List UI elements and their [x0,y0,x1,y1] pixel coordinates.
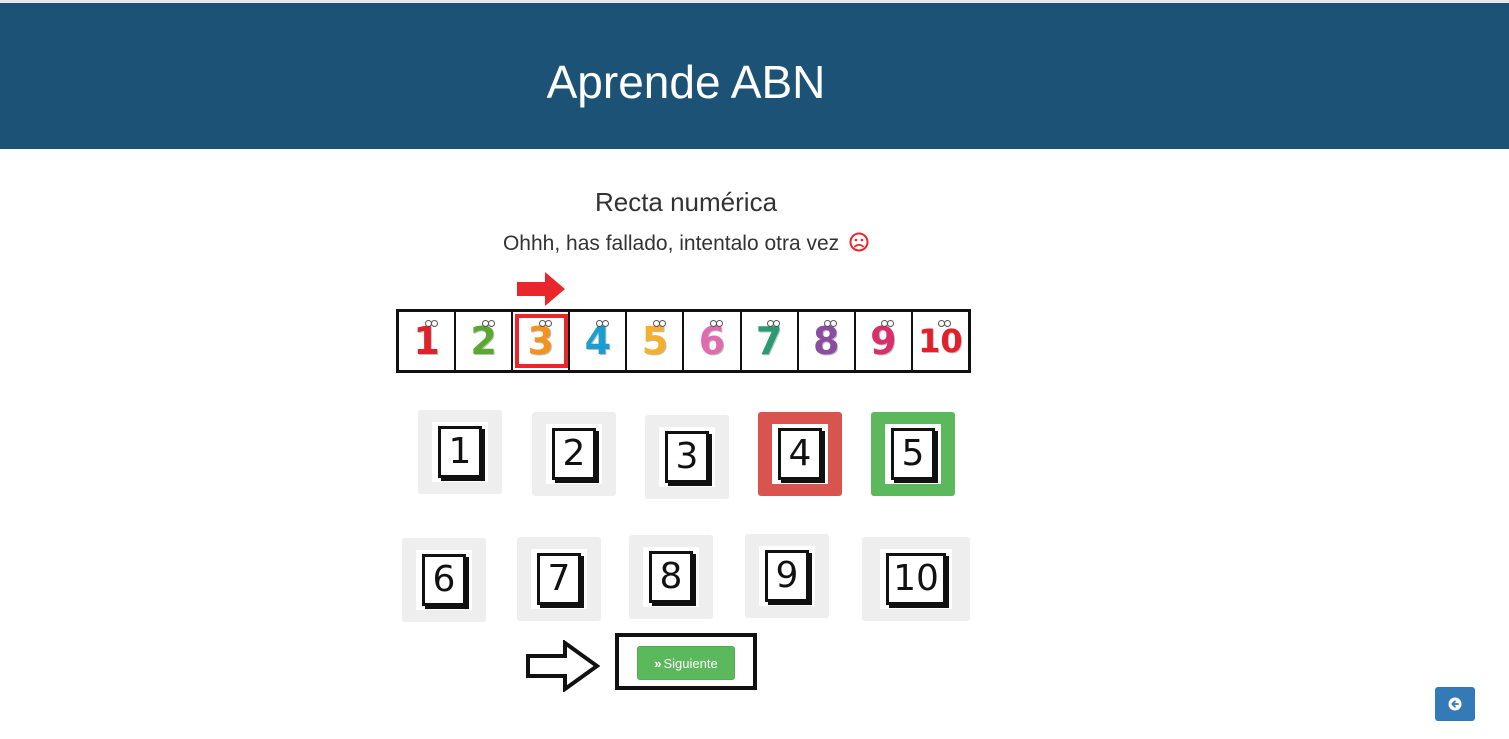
number-card-label: 5 [891,428,935,480]
number-line-cell-2: 2 [456,312,514,370]
option-tile-6[interactable]: 6 [402,538,486,622]
number-card-label: 8 [649,551,693,603]
number-card: 2 [546,424,602,484]
number-line-cell-5: 5 [627,312,685,370]
cartoon-eyes-icon [481,320,495,327]
cartoon-eyes-icon [652,320,666,327]
option-tile-3[interactable]: 3 [645,415,729,499]
next-button[interactable]: » Siguiente [637,646,735,680]
cartoon-eyes-icon [767,320,781,327]
number-card-label: 6 [422,554,466,606]
number-card-label: 2 [552,428,596,480]
double-chevron-right-icon: » [654,655,661,671]
option-tile-5[interactable]: 5 [871,412,955,496]
next-button-label: Siguiente [663,655,718,671]
option-tile-7[interactable]: 7 [517,537,601,621]
number-line-cell-3: 3 [513,312,571,370]
cartoon-eyes-icon [938,320,952,327]
number-line-cell-10: 10 [913,312,968,370]
number-line-cell-8: 8 [799,312,856,370]
app-header: Aprende ABN [0,3,1509,149]
number-line-cell-9: 9 [856,312,913,370]
feedback-text: Ohhh, has fallado, intentalo otra vez [502,232,840,255]
red-arrow-icon [517,272,565,306]
number-card: 8 [643,547,699,607]
outline-arrow-icon [526,640,600,692]
number-line-label: 10 [918,322,963,360]
cartoon-eyes-icon [538,320,552,327]
number-line-cell-4: 4 [570,312,628,370]
cartoon-eyes-icon [824,320,838,327]
cartoon-eyes-icon [424,320,438,327]
number-card: 5 [885,424,941,484]
cartoon-eyes-icon [710,320,724,327]
feedback-message: Ohhh, has fallado, intentalo otra vez [0,232,1372,256]
option-tile-10[interactable]: 10 [862,537,970,621]
cartoon-eyes-icon [595,320,609,327]
number-line: 1 2 3 4 5 6 7 8 9 10 [396,309,971,373]
number-card-label: 4 [778,428,822,480]
arrow-left-circle-icon [1448,697,1462,711]
app-title: Aprende ABN [546,56,826,108]
number-card-label: 10 [886,553,946,605]
number-line-cell-1: 1 [399,312,457,370]
frown-icon [849,232,869,252]
number-card: 10 [880,549,952,609]
number-card: 6 [416,550,472,610]
number-card: 4 [772,424,828,484]
option-tile-4[interactable]: 4 [758,412,842,496]
option-tile-1[interactable]: 1 [418,410,502,494]
number-card: 3 [659,427,715,487]
option-tile-8[interactable]: 8 [629,535,713,619]
cartoon-eyes-icon [881,320,895,327]
option-tile-9[interactable]: 9 [745,534,829,618]
number-line-cell-7: 7 [742,312,799,370]
back-button[interactable] [1435,687,1475,721]
number-card: 7 [531,549,587,609]
number-line-cell-6: 6 [684,312,742,370]
number-card: 1 [432,422,488,482]
number-card-label: 3 [665,431,709,483]
number-card-label: 1 [438,426,482,478]
number-card: 9 [759,546,815,606]
activity-title: Recta numérica [594,187,778,217]
number-card-label: 9 [765,550,809,602]
number-card-label: 7 [537,553,581,605]
option-tile-2[interactable]: 2 [532,412,616,496]
